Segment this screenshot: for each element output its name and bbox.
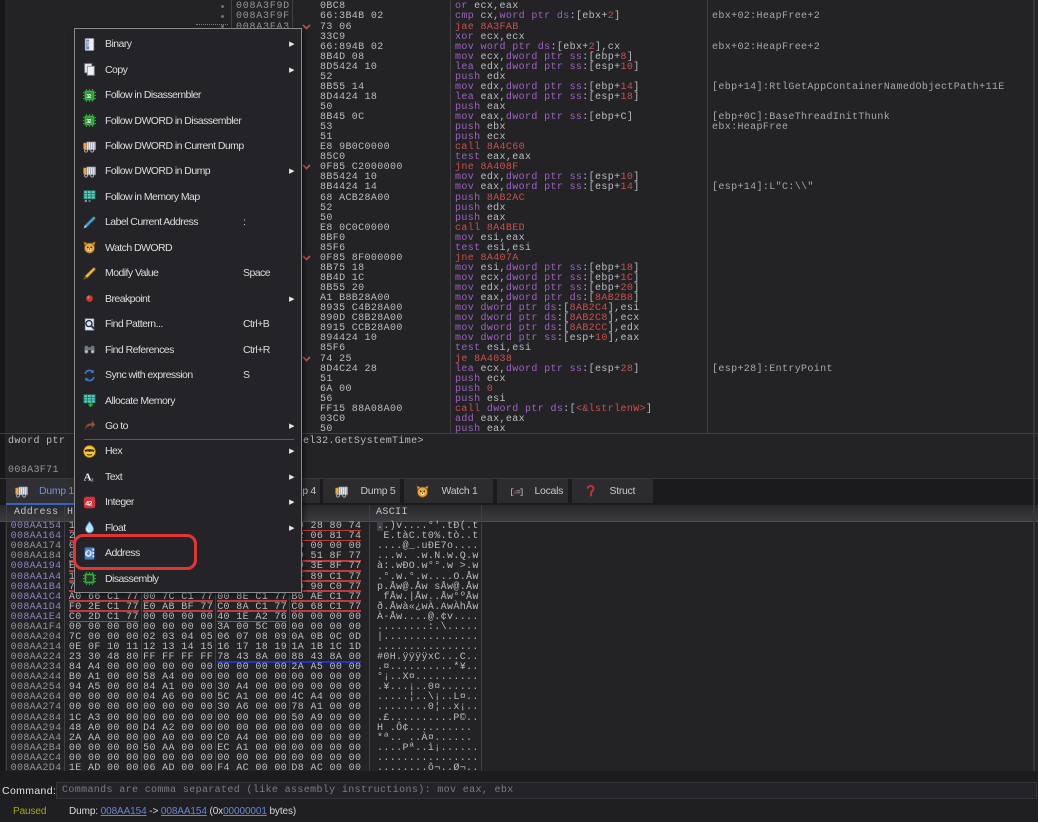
svg-text:]: ] — [519, 488, 523, 498]
svg-text:32: 32 — [86, 93, 91, 99]
svg-text:z: z — [91, 478, 94, 484]
svg-text:32: 32 — [86, 119, 91, 125]
svg-text:42: 42 — [85, 500, 92, 507]
